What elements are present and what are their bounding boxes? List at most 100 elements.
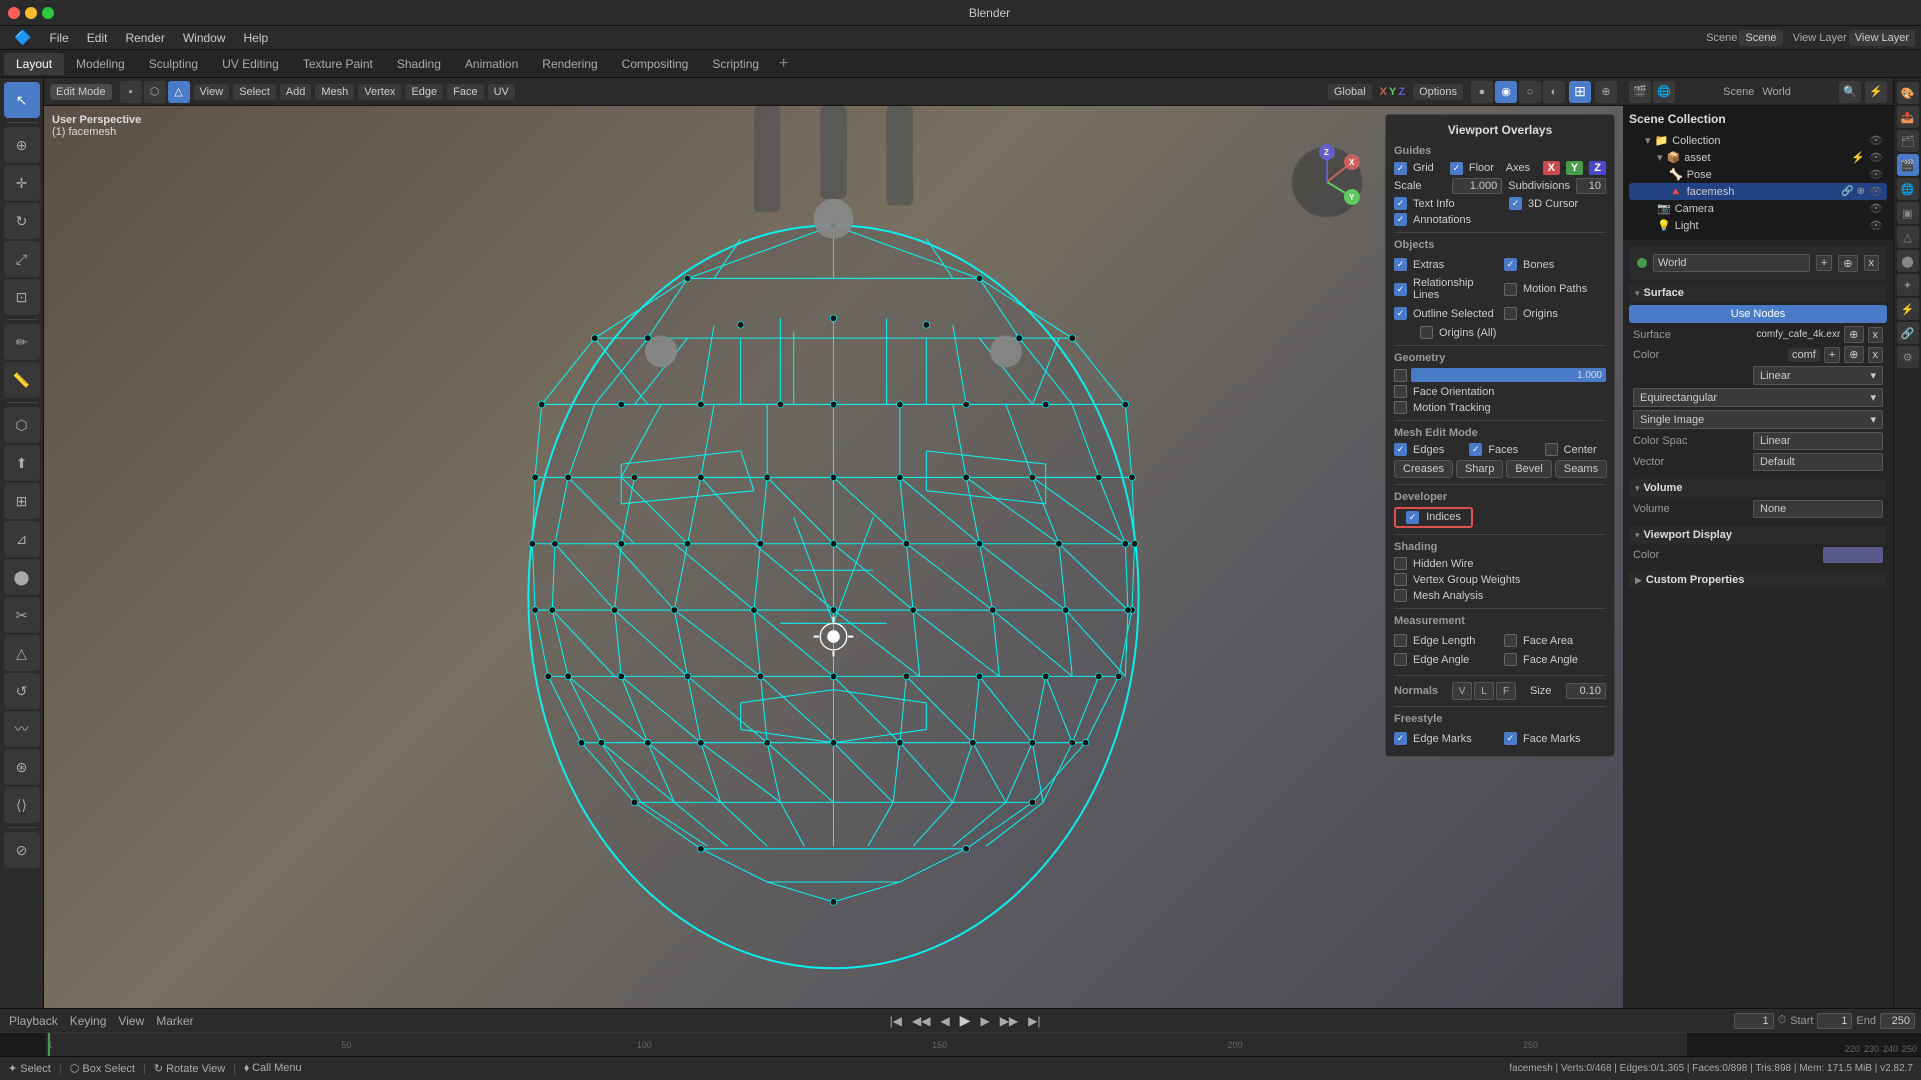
output-icon-btn[interactable]: 📤 [1897,106,1919,128]
scene-props-icon-btn[interactable]: 🎬 [1897,154,1919,176]
prev-frame-btn[interactable]: ◀◀ [909,1014,933,1028]
tool-bevel[interactable]: ⊿ [4,521,40,557]
colorspace-dropdown[interactable]: Linear [1753,432,1883,450]
render-icon-btn[interactable]: 🎨 [1897,82,1919,104]
originsall-checkbox[interactable] [1420,326,1433,339]
prev-keyframe-btn[interactable]: ◀ [937,1014,952,1028]
axis-x-btn[interactable]: X [1543,161,1560,175]
volume-section-title[interactable]: ▾ Volume [1629,479,1887,497]
search-icon-btn[interactable]: 🔍 [1839,81,1861,103]
view-layer-icon-btn[interactable]: 🗂 [1897,130,1919,152]
asset-item[interactable]: ▾ 📦 asset ⚡ 👁 [1629,149,1887,166]
filter-icon-btn[interactable]: ⚡ [1865,81,1887,103]
tab-layout[interactable]: Layout [4,53,64,75]
face-select-mode[interactable]: △ [168,81,190,103]
vertex-select-mode[interactable]: ▪ [120,81,142,103]
menu-blender[interactable]: 🔷 [6,27,39,48]
normals-face-btn[interactable]: F [1496,682,1516,700]
timeline-area[interactable]: |◀ ◀◀ ◀ ▶ ▶ ▶▶ ▶| [203,1012,1728,1029]
facemesh-item[interactable]: 🔺 facemesh 🔗 ⊕ 👁 [1629,183,1887,200]
jump-start-btn[interactable]: |◀ [887,1014,905,1028]
world-props-icon-btn[interactable]: 🌐 [1897,178,1919,200]
material-icon-btn[interactable]: ⬤ [1897,250,1919,272]
playback-menu[interactable]: Playback [6,1014,61,1028]
menu-file[interactable]: File [41,29,76,47]
floor-checkbox[interactable] [1450,162,1463,175]
close-button[interactable] [8,7,20,19]
annotations-checkbox[interactable] [1394,213,1407,226]
tool-select[interactable]: ↖ [4,82,40,118]
tab-add[interactable]: + [771,55,796,73]
particles-icon-btn[interactable]: ✦ [1897,274,1919,296]
edit-mode-select[interactable]: Edit Mode [50,84,112,100]
vpdisp-color-swatch[interactable] [1823,547,1883,563]
tool-loop-cut[interactable]: ⬤ [4,559,40,595]
overlays-toggle[interactable]: ⊞ [1569,81,1591,103]
tab-compositing[interactable]: Compositing [610,53,701,75]
add-menu[interactable]: Add [280,84,312,100]
faces-checkbox[interactable] [1469,443,1482,456]
menu-window[interactable]: Window [175,29,234,47]
axis-z-btn[interactable]: Z [1589,161,1606,175]
color-x-btn[interactable]: x [1868,347,1884,363]
scene-icon-btn[interactable]: 🎬 [1629,81,1651,103]
window-buttons[interactable] [8,7,54,19]
tab-texture-paint[interactable]: Texture Paint [291,53,385,75]
object-icon-btn[interactable]: ▣ [1897,202,1919,224]
origins-checkbox[interactable] [1504,307,1517,320]
tool-rip[interactable]: ⊘ [4,832,40,868]
menu-edit[interactable]: Edit [79,29,116,47]
jump-end-btn[interactable]: ▶| [1025,1014,1043,1028]
face-menu[interactable]: Face [447,84,483,100]
rendered-shading[interactable]: ● [1471,81,1493,103]
material-shading[interactable]: ◐ [1543,81,1565,103]
bevel-btn[interactable]: Bevel [1506,460,1552,478]
pose-item[interactable]: 🦴 Pose 👁 [1629,166,1887,183]
tool-extrude[interactable]: ⬆ [4,445,40,481]
world-name-input[interactable] [1653,254,1810,272]
asset-eye[interactable]: 👁 [1869,151,1883,164]
viewport-3d[interactable]: Edit Mode ▪ ⬡ △ View Select Add Mesh Ver… [44,78,1623,1008]
world-browse-btn[interactable]: x [1864,255,1880,271]
surface-browse-btn[interactable]: ⊕ [1844,326,1863,343]
options-menu[interactable]: Options [1413,84,1463,100]
solid-shading[interactable]: ◉ [1495,81,1517,103]
marker-menu[interactable]: Marker [153,1014,196,1028]
scene-select[interactable]: Scene [1739,30,1782,46]
keying-menu[interactable]: Keying [67,1014,110,1028]
light-item[interactable]: 💡 Light 👁 [1629,217,1887,234]
edge-menu[interactable]: Edge [405,84,443,100]
constraints-icon-btn[interactable]: 🔗 [1897,322,1919,344]
tool-spin[interactable]: ↺ [4,673,40,709]
faceangle-checkbox[interactable] [1504,653,1517,666]
vertex-menu[interactable]: Vertex [358,84,401,100]
world-new-btn[interactable]: + [1816,255,1832,271]
tool-add-mesh[interactable]: ⬡ [4,407,40,443]
extras-checkbox[interactable] [1394,258,1407,271]
tab-shading[interactable]: Shading [385,53,453,75]
vector-dropdown[interactable]: Default [1753,453,1883,471]
tab-animation[interactable]: Animation [453,53,530,75]
wireframe-slider[interactable]: 1.000 [1411,368,1606,382]
camera-item[interactable]: 📷 Camera 👁 [1629,200,1887,217]
faceorientation-checkbox[interactable] [1394,385,1407,398]
center-checkbox[interactable] [1545,443,1558,456]
current-frame-input[interactable] [1734,1013,1774,1029]
text-info-checkbox[interactable] [1394,197,1407,210]
viewport-canvas[interactable]: User Perspective (1) facemesh Viewport O… [44,106,1623,1008]
rellines-checkbox[interactable] [1394,283,1407,296]
world-copy-btn[interactable]: ⊕ [1838,255,1857,272]
collection-item[interactable]: ▾ 📁 Collection 👁 [1629,132,1887,149]
menu-help[interactable]: Help [236,29,277,47]
tab-rendering[interactable]: Rendering [530,53,609,75]
world-icon-btn[interactable]: 🌐 [1653,81,1675,103]
edgeangle-checkbox[interactable] [1394,653,1407,666]
viewport-display-title[interactable]: ▾ Viewport Display [1629,526,1887,544]
timeline-scrubber[interactable]: 1 50 100 150 200 250 220 230 240 250 [0,1032,1921,1056]
seams-btn[interactable]: Seams [1555,460,1607,478]
select-menu[interactable]: Select [233,84,276,100]
use-nodes-button[interactable]: Use Nodes [1629,305,1887,323]
view-layer-select[interactable]: View Layer [1849,30,1915,46]
subdivisions-input[interactable] [1576,178,1606,194]
facearea-checkbox[interactable] [1504,634,1517,647]
